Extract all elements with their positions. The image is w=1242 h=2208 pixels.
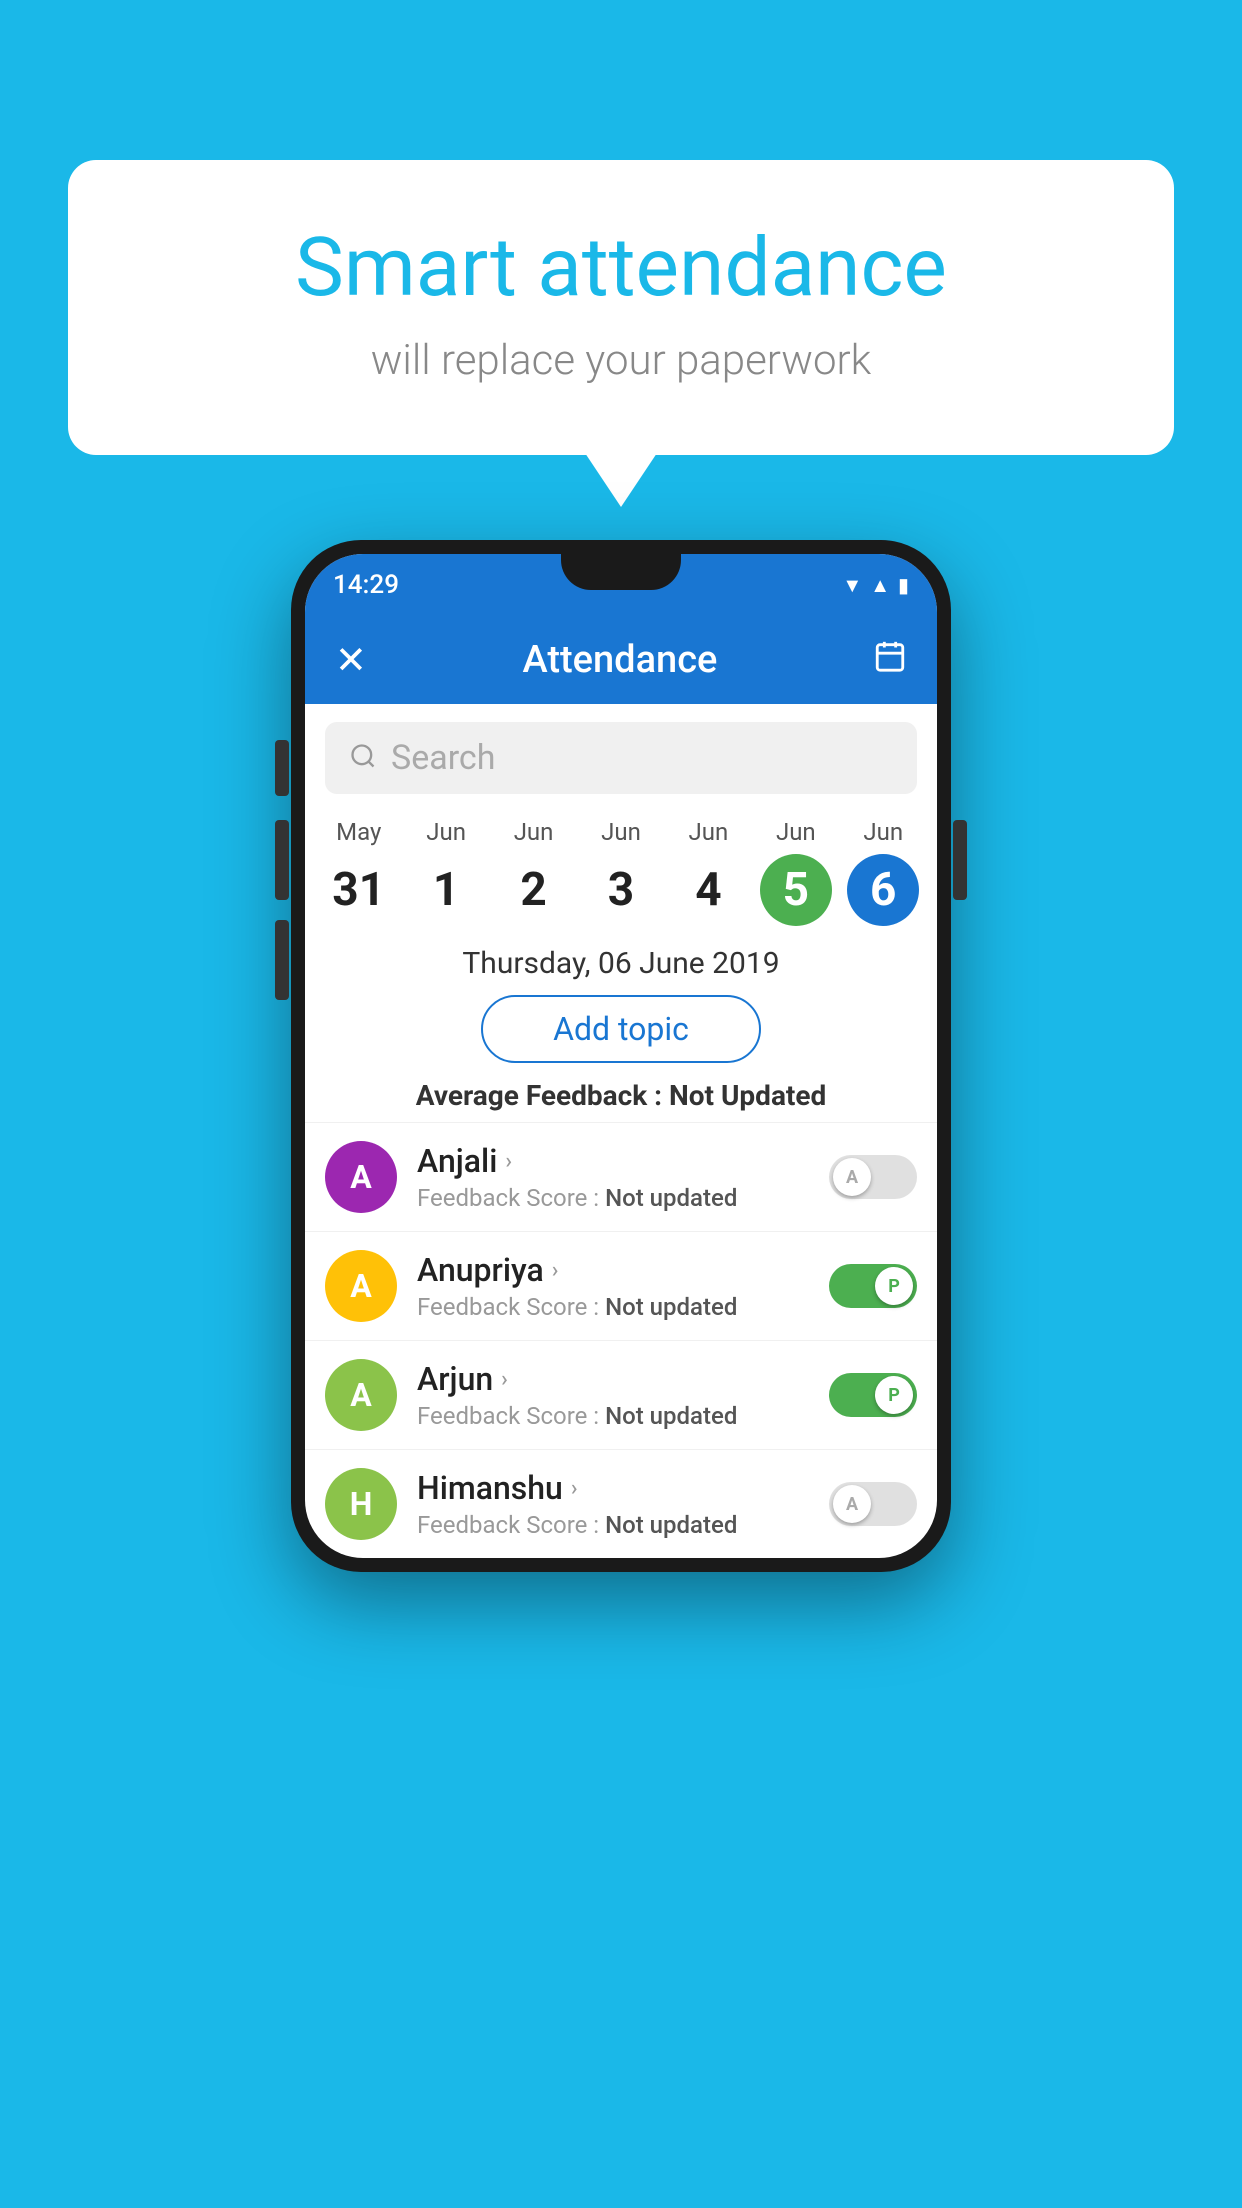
student-item-0[interactable]: AAnjali ›Feedback Score : Not updatedA bbox=[305, 1122, 937, 1231]
calendar-day-5[interactable]: Jun5 bbox=[752, 818, 839, 926]
student-name-1: Anupriya › bbox=[417, 1251, 829, 1289]
power-button bbox=[953, 820, 967, 900]
volume-up-button bbox=[275, 820, 289, 900]
chevron-icon: › bbox=[552, 1258, 559, 1283]
average-feedback: Average Feedback : Not Updated bbox=[305, 1079, 937, 1112]
bubble-subtitle: will replace your paperwork bbox=[148, 336, 1094, 385]
chevron-icon: › bbox=[571, 1476, 578, 1501]
search-bar[interactable]: Search bbox=[325, 722, 917, 794]
speech-bubble: Smart attendance will replace your paper… bbox=[68, 160, 1174, 455]
student-name-3: Himanshu › bbox=[417, 1469, 829, 1507]
student-info-0: Anjali › Feedback Score : Not updated bbox=[417, 1142, 829, 1212]
avatar-anjali: A bbox=[325, 1141, 397, 1213]
header-title: Attendance bbox=[522, 638, 717, 682]
bubble-title: Smart attendance bbox=[148, 220, 1094, 316]
feedback-score-1: Feedback Score : Not updated bbox=[417, 1293, 829, 1321]
signal-icon: ▲ bbox=[870, 573, 890, 598]
calendar-day-2[interactable]: Jun2 bbox=[490, 818, 577, 926]
selected-date-label: Thursday, 06 June 2019 bbox=[305, 946, 937, 981]
phone-outer: 14:29 ▼ ▲ ▮ ✕ Attendance bbox=[291, 540, 951, 1572]
toggle-himanshu[interactable]: A bbox=[829, 1482, 917, 1526]
feedback-score-3: Feedback Score : Not updated bbox=[417, 1511, 829, 1539]
student-name-0: Anjali › bbox=[417, 1142, 829, 1180]
search-placeholder: Search bbox=[391, 738, 495, 778]
calendar-icon[interactable] bbox=[873, 639, 907, 681]
chevron-icon: › bbox=[505, 1149, 512, 1174]
toggle-anupriya[interactable]: P bbox=[829, 1264, 917, 1308]
add-topic-button[interactable]: Add topic bbox=[481, 995, 761, 1063]
phone-mockup: 14:29 ▼ ▲ ▮ ✕ Attendance bbox=[291, 540, 951, 1572]
status-time: 14:29 bbox=[333, 570, 399, 600]
battery-icon: ▮ bbox=[898, 573, 909, 597]
avatar-himanshu: H bbox=[325, 1468, 397, 1540]
student-info-3: Himanshu › Feedback Score : Not updated bbox=[417, 1469, 829, 1539]
search-icon bbox=[349, 742, 377, 774]
avatar-arjun: A bbox=[325, 1359, 397, 1431]
feedback-score-0: Feedback Score : Not updated bbox=[417, 1184, 829, 1212]
student-name-2: Arjun › bbox=[417, 1360, 829, 1398]
mute-button bbox=[275, 740, 289, 796]
avatar-anupriya: A bbox=[325, 1250, 397, 1322]
calendar-day-6[interactable]: Jun6 bbox=[840, 818, 927, 926]
toggle-arjun[interactable]: P bbox=[829, 1373, 917, 1417]
status-bar: 14:29 ▼ ▲ ▮ bbox=[305, 554, 937, 616]
toggle-anjali[interactable]: A bbox=[829, 1155, 917, 1199]
student-info-1: Anupriya › Feedback Score : Not updated bbox=[417, 1251, 829, 1321]
calendar-day-1[interactable]: Jun1 bbox=[402, 818, 489, 926]
feedback-score-2: Feedback Score : Not updated bbox=[417, 1402, 829, 1430]
student-item-1[interactable]: A Anupriya › Feedback Score : Not updatedP bbox=[305, 1231, 937, 1340]
volume-down-button bbox=[275, 920, 289, 1000]
close-button[interactable]: ✕ bbox=[335, 638, 367, 683]
student-item-3[interactable]: H Himanshu › Feedback Score : Not updatedA bbox=[305, 1449, 937, 1558]
speech-bubble-container: Smart attendance will replace your paper… bbox=[68, 160, 1174, 455]
notch bbox=[561, 554, 681, 590]
chevron-icon: › bbox=[501, 1367, 508, 1392]
calendar-row: May31Jun1Jun2Jun3Jun4Jun5Jun6 bbox=[305, 804, 937, 926]
wifi-icon: ▼ bbox=[842, 573, 862, 598]
student-list: AAnjali ›Feedback Score : Not updatedAAA… bbox=[305, 1122, 937, 1558]
phone-screen: 14:29 ▼ ▲ ▮ ✕ Attendance bbox=[305, 554, 937, 1558]
student-item-2[interactable]: A Arjun › Feedback Score : Not updatedP bbox=[305, 1340, 937, 1449]
app-header: ✕ Attendance bbox=[305, 616, 937, 704]
status-icons: ▼ ▲ ▮ bbox=[842, 573, 909, 598]
calendar-day-3[interactable]: Jun3 bbox=[577, 818, 664, 926]
calendar-day-4[interactable]: Jun4 bbox=[665, 818, 752, 926]
calendar-day-0[interactable]: May31 bbox=[315, 818, 402, 926]
student-info-2: Arjun › Feedback Score : Not updated bbox=[417, 1360, 829, 1430]
